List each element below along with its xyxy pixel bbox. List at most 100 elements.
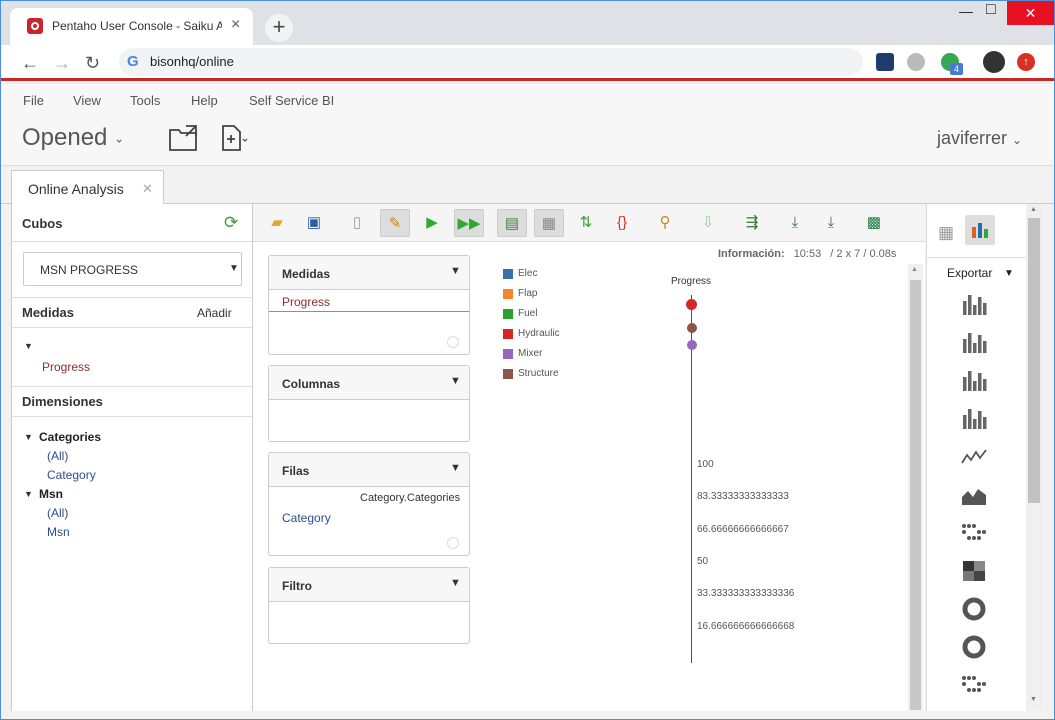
save-icon[interactable]: ▣ (299, 209, 329, 237)
profile-avatar[interactable] (983, 51, 1005, 73)
menu-view[interactable]: View (73, 93, 101, 108)
menu-tools[interactable]: Tools (130, 93, 160, 108)
reload-icon[interactable]: ↻ (85, 53, 100, 74)
chart-point[interactable] (686, 299, 697, 310)
dropdown-arrow-icon[interactable]: ▼ (450, 265, 461, 277)
menu-file[interactable]: File (23, 93, 44, 108)
heatgrid-icon[interactable] (960, 559, 988, 583)
new-query-icon[interactable]: ▯ (342, 209, 372, 237)
dot-chart-icon[interactable] (960, 521, 988, 545)
drill-down-icon[interactable]: ⇩ (693, 209, 723, 237)
measure-item[interactable]: Progress (42, 360, 90, 374)
page-scrollbar[interactable]: ▲ ▼ (1026, 204, 1043, 711)
tab-close-icon[interactable]: ✕ (142, 181, 153, 197)
filter-dropzone[interactable]: Filtro ▼ (268, 567, 470, 644)
export-down-icon[interactable]: ⤓ (780, 209, 810, 237)
multiple-pie-icon[interactable] (960, 635, 988, 659)
chart-scrollbar[interactable]: ▲ (908, 264, 923, 711)
non-empty-icon[interactable]: ▤ (497, 209, 527, 237)
cube-select[interactable]: MSN PROGRESS ▼ (23, 252, 242, 286)
bar-chart-icon[interactable] (960, 293, 988, 317)
minimize-icon[interactable]: — (959, 3, 973, 19)
divider (12, 416, 252, 417)
stacked-100-icon[interactable] (960, 369, 988, 393)
menu-help[interactable]: Help (191, 93, 218, 108)
update-icon[interactable]: ↑ (1017, 53, 1035, 71)
hide-parents-icon[interactable]: ▦ (534, 209, 564, 237)
expand-icon[interactable]: ▼ (24, 489, 33, 499)
scroll-down-icon[interactable]: ▼ (1030, 696, 1037, 703)
drillthrough-icon[interactable]: ⇶ (737, 209, 767, 237)
menu-self-service-bi[interactable]: Self Service BI (249, 93, 334, 108)
export-menu[interactable]: Exportar (947, 266, 992, 280)
extension-icon[interactable] (876, 53, 894, 71)
mdx-icon[interactable]: {} (607, 209, 637, 237)
line-chart-icon[interactable] (960, 445, 988, 469)
extension-gear-icon[interactable] (907, 53, 925, 71)
url-text: bisonhq/online (150, 54, 234, 69)
perspective-dropdown[interactable]: Opened ⌄ (22, 124, 124, 152)
dimension-msn[interactable]: Msn (39, 487, 63, 501)
legend-swatch (503, 329, 513, 339)
new-tab-button[interactable]: + (265, 14, 293, 42)
area-chart-icon[interactable] (960, 483, 988, 507)
dropdown-arrow-icon[interactable]: ▼ (450, 462, 461, 474)
measure-chip[interactable]: Progress (269, 291, 469, 312)
excel-export-icon[interactable]: ▩ (859, 209, 889, 237)
tab-online-analysis[interactable]: Online Analysis ✕ (11, 170, 164, 205)
address-bar[interactable]: G bisonhq/online (119, 48, 863, 76)
scroll-up-icon[interactable]: ▲ (1030, 206, 1037, 213)
chart-area: Elec Flap Fuel Hydraulic Mixer Structure Prog… (493, 259, 903, 711)
box-title: Columnas (282, 377, 341, 391)
expand-icon[interactable]: ▼ (24, 432, 33, 442)
browser-window: Pentaho User Console - Saiku An × + — □ … (0, 0, 1055, 720)
columns-dropzone[interactable]: Columnas ▼ (268, 365, 470, 442)
chevron-down-icon: ⌄ (114, 131, 125, 146)
table-view-icon[interactable]: ▦ (938, 223, 954, 243)
maximize-icon[interactable]: □ (986, 1, 996, 19)
dropdown-arrow-icon[interactable]: ▼ (450, 375, 461, 387)
multiple-bar-icon[interactable] (960, 407, 988, 431)
new-file-icon[interactable] (220, 124, 250, 152)
level-category[interactable]: Category (47, 468, 96, 482)
google-icon: G (127, 53, 139, 70)
rows-dropzone[interactable]: Filas ▼ Category.Categories Category (268, 452, 470, 556)
open-query-icon[interactable]: ▰ (262, 209, 292, 237)
chart-point[interactable] (686, 323, 697, 333)
search-icon[interactable]: ⚲ (650, 209, 680, 237)
dropdown-arrow-icon[interactable]: ▼ (1004, 268, 1014, 279)
open-folder-icon[interactable] (168, 124, 200, 152)
chart-view-button[interactable] (965, 215, 995, 245)
scrollbar-thumb[interactable] (1028, 218, 1040, 503)
scroll-up-icon[interactable]: ▲ (911, 266, 918, 273)
chart-type-panel: ▦ Exportar ▼ (926, 204, 1027, 711)
level-all[interactable]: (All) (47, 449, 68, 463)
pie-chart-icon[interactable] (960, 597, 988, 621)
chart-point[interactable] (686, 340, 697, 350)
auto-run-icon[interactable]: ▶▶ (454, 209, 484, 237)
export-down-alt-icon[interactable]: ⤓ (816, 209, 846, 237)
measures-dropzone[interactable]: Medidas ▼ Progress (268, 255, 470, 355)
swap-axis-icon[interactable]: ⇅ (571, 209, 601, 237)
expand-icon[interactable]: ▼ (24, 341, 33, 351)
refresh-icon[interactable]: ⟳ (224, 213, 238, 233)
level-msn[interactable]: Msn (47, 525, 70, 539)
user-menu[interactable]: javiferrer ⌄ (937, 128, 1022, 149)
tab-close-icon[interactable]: × (231, 16, 240, 34)
row-chip[interactable]: Category (282, 511, 331, 525)
stacked-bar-icon[interactable] (960, 331, 988, 355)
add-measure-button[interactable]: Añadir (197, 306, 232, 320)
forward-icon[interactable]: → (53, 53, 71, 74)
scrollbar-thumb[interactable] (910, 280, 921, 710)
close-window-button[interactable]: ✕ (1007, 1, 1054, 25)
remove-icon[interactable] (447, 336, 459, 348)
run-query-icon[interactable]: ▶ (417, 209, 447, 237)
back-icon[interactable]: ← (21, 53, 39, 74)
level-all[interactable]: (All) (47, 506, 68, 520)
browser-tab[interactable]: Pentaho User Console - Saiku An × (10, 8, 253, 45)
edit-mode-icon[interactable]: ✎ (380, 209, 410, 237)
dropdown-arrow-icon[interactable]: ▼ (450, 577, 461, 589)
remove-icon[interactable] (447, 537, 459, 549)
scatter-icon[interactable] (960, 673, 988, 697)
dimension-categories[interactable]: Categories (39, 430, 101, 444)
